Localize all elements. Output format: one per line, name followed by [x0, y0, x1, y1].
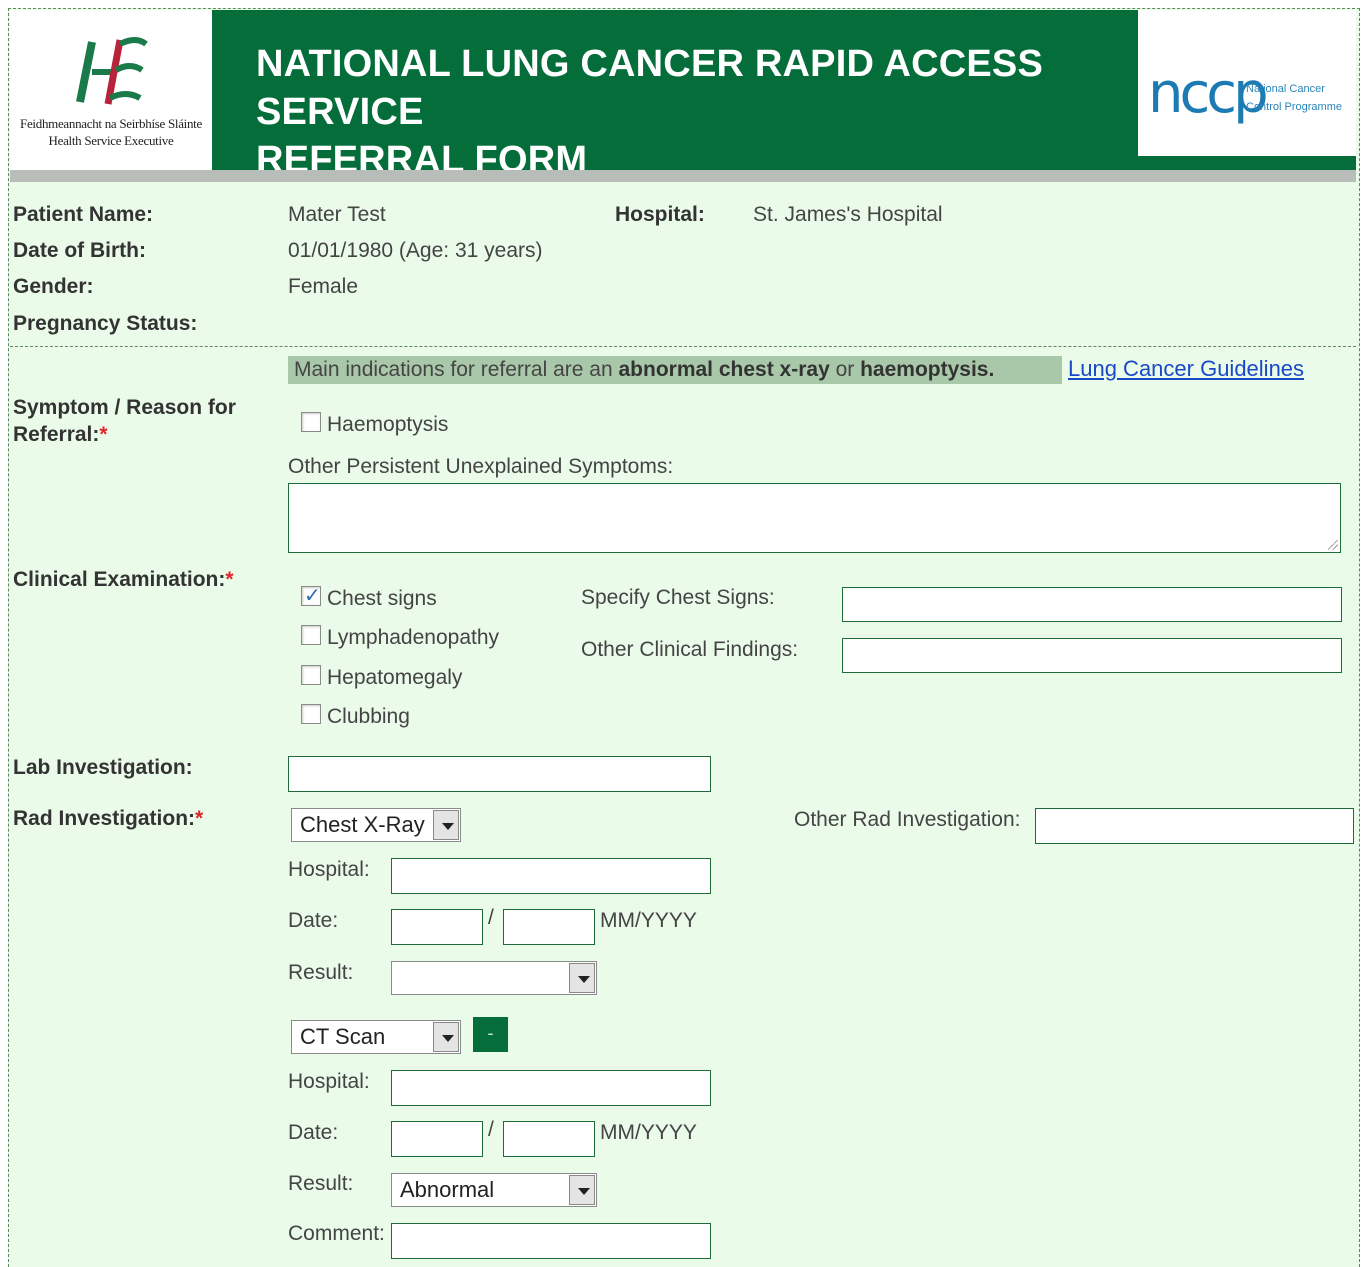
symptom-label-text: Referral:	[13, 423, 100, 446]
other-clinical-findings-input[interactable]	[842, 638, 1342, 673]
rad-comment-input-2[interactable]	[391, 1223, 711, 1259]
pregnancy-status-label: Pregnancy Status:	[13, 312, 198, 335]
hse-logo: Feidhmeannacht na Seirbhíse Sláinte Heal…	[10, 10, 212, 160]
nccp-text-line1: National Cancer	[1246, 83, 1325, 95]
section-divider	[10, 346, 1356, 347]
hepatomegaly-label: Hepatomegaly	[327, 666, 463, 689]
rad-hospital-label-2: Hospital:	[288, 1070, 370, 1093]
other-symptoms-label: Other Persistent Unexplained Symptoms:	[288, 455, 674, 478]
symptom-label-line2: Referral:*	[13, 421, 236, 448]
haemoptysis-label: Haemoptysis	[327, 413, 449, 436]
symptom-label-line1: Symptom / Reason for	[13, 396, 236, 419]
dob-label: Date of Birth:	[13, 239, 146, 262]
note-text-or: or	[829, 358, 861, 381]
lung-cancer-guidelines-link[interactable]: Lung Cancer Guidelines	[1068, 356, 1304, 382]
rad-comment-label-2: Comment:	[288, 1222, 385, 1245]
hepatomegaly-checkbox[interactable]	[301, 665, 321, 685]
other-rad-label: Other Rad Investigation:	[794, 808, 1021, 831]
hse-text-irish: Feidhmeannacht na Seirbhíse Sláinte	[20, 116, 202, 131]
clinical-exam-label-text: Clinical Examination:	[13, 568, 226, 591]
other-symptoms-textarea[interactable]	[288, 483, 1341, 553]
title-band: NATIONAL LUNG CANCER RAPID ACCESS SERVIC…	[212, 10, 1138, 181]
nccp-text-line2: Control Programme	[1246, 101, 1342, 113]
chevron-down-icon[interactable]	[433, 1022, 459, 1052]
date-format-hint: MM/YYYY	[600, 1121, 697, 1144]
rad-result-select-1[interactable]	[391, 961, 597, 995]
gender-label: Gender:	[13, 275, 94, 298]
required-mark: *	[99, 423, 108, 446]
chevron-down-icon[interactable]	[433, 810, 459, 840]
rad-type-select-1[interactable]: Chest X-Ray	[291, 808, 461, 842]
remove-rad-button[interactable]: -	[473, 1017, 508, 1052]
dob-value: 01/01/1980 (Age: 31 years)	[288, 239, 543, 262]
rad-result-value-2: Abnormal	[400, 1177, 495, 1202]
rad-date-year-input-1[interactable]	[503, 909, 595, 945]
chest-signs-checkbox[interactable]	[301, 583, 321, 608]
rad-result-label-2: Result:	[288, 1172, 354, 1195]
nccp-logo: nccp National Cancer Control Programme	[1138, 10, 1356, 156]
clubbing-label: Clubbing	[327, 705, 410, 728]
rad-date-year-input-2[interactable]	[503, 1121, 595, 1157]
patient-name-label: Patient Name:	[13, 203, 154, 226]
specify-chest-signs-label: Specify Chest Signs:	[581, 586, 775, 609]
chevron-down-icon[interactable]	[569, 963, 595, 993]
hse-logo-icon	[76, 37, 148, 105]
note-text: Main indications for referral are an	[294, 358, 619, 381]
chevron-down-icon[interactable]	[569, 1175, 595, 1205]
lab-investigation-label: Lab Investigation:	[13, 756, 193, 779]
rad-type-value-2: CT Scan	[300, 1024, 386, 1049]
rad-result-select-2[interactable]: Abnormal	[391, 1173, 597, 1207]
symptom-label: Symptom / Reason for Referral:*	[13, 394, 236, 448]
rad-investigation-label: Rad Investigation:*	[13, 807, 203, 831]
page-title-line1: NATIONAL LUNG CANCER RAPID ACCESS SERVIC…	[256, 43, 1044, 133]
lymphadenopathy-label: Lymphadenopathy	[327, 626, 500, 649]
lymphadenopathy-checkbox[interactable]	[301, 625, 321, 645]
rad-hospital-input-1[interactable]	[391, 858, 711, 894]
other-clinical-findings-label: Other Clinical Findings:	[581, 638, 799, 661]
patient-name-value: Mater Test	[288, 203, 386, 226]
nccp-logo-text: National Cancer Control Programme	[1246, 80, 1342, 116]
chest-signs-label: Chest signs	[327, 587, 437, 610]
rad-investigation-label-text: Rad Investigation:	[13, 807, 196, 830]
rad-hospital-input-2[interactable]	[391, 1070, 711, 1106]
rad-date-month-input-1[interactable]	[391, 909, 483, 945]
rad-type-select-2[interactable]: CT Scan	[291, 1020, 461, 1054]
rad-date-label-2: Date:	[288, 1121, 339, 1144]
required-mark: *	[195, 807, 204, 830]
specify-chest-signs-input[interactable]	[842, 587, 1342, 622]
other-rad-input[interactable]	[1035, 808, 1354, 844]
date-separator: /	[488, 1118, 494, 1141]
rad-result-label-1: Result:	[288, 961, 354, 984]
date-format-hint: MM/YYYY	[600, 909, 697, 932]
note-bold-xray: abnormal chest x-ray	[618, 358, 830, 381]
required-mark: *	[225, 568, 234, 591]
header-green-bar	[1138, 156, 1356, 170]
rad-hospital-label-1: Hospital:	[288, 858, 370, 881]
clubbing-checkbox[interactable]	[301, 704, 321, 724]
haemoptysis-checkbox[interactable]	[301, 412, 321, 432]
clinical-exam-label: Clinical Examination:*	[13, 568, 234, 592]
rad-date-month-input-2[interactable]	[391, 1121, 483, 1157]
header-divider	[10, 170, 1356, 182]
rad-type-value-1: Chest X-Ray	[300, 812, 425, 837]
lab-investigation-input[interactable]	[288, 756, 711, 792]
hospital-value: St. James's Hospital	[753, 203, 943, 226]
referral-note: Main indications for referral are an abn…	[288, 356, 1062, 384]
hospital-label: Hospital:	[615, 203, 705, 226]
note-bold-haemoptysis: haemoptysis.	[860, 358, 995, 381]
page-header: Feidhmeannacht na Seirbhíse Sláinte Heal…	[10, 10, 1356, 181]
page-title: NATIONAL LUNG CANCER RAPID ACCESS SERVIC…	[256, 40, 1138, 184]
resize-grip-icon[interactable]	[1328, 540, 1338, 550]
hse-logo-text: Feidhmeannacht na Seirbhíse Sláinte Heal…	[18, 115, 204, 149]
rad-date-label-1: Date:	[288, 909, 339, 932]
date-separator: /	[488, 906, 494, 929]
gender-value: Female	[288, 275, 359, 298]
hse-text-english: Health Service Executive	[48, 133, 174, 148]
